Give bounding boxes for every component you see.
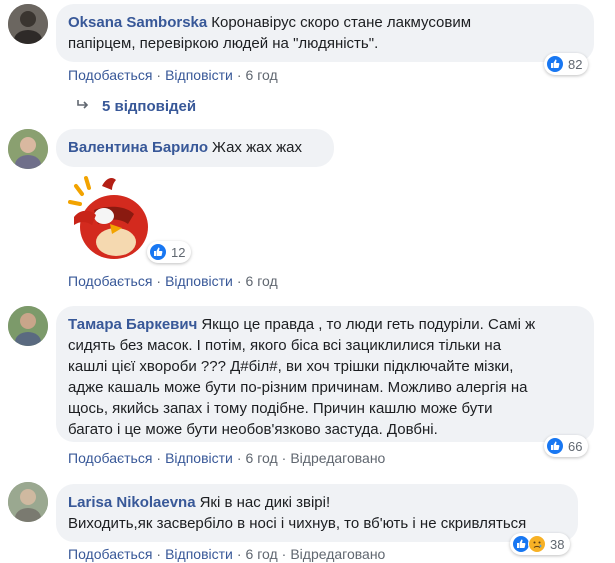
reaction-number: 12	[171, 244, 186, 260]
reply-link[interactable]: Відповісти	[165, 546, 233, 562]
separator-dot: ·	[281, 450, 287, 466]
comment-text-line: Коронавірус скоро стане лакмусовим	[211, 14, 472, 31]
edited-label[interactable]: Відредаговано	[290, 546, 385, 562]
reply-arrow-icon	[76, 98, 90, 115]
avatar-photo-icon	[8, 129, 48, 169]
avatar-photo-icon	[8, 4, 48, 44]
separator-dot: ·	[236, 450, 242, 466]
comment-actions: Подобається · Відповісти · 6 год	[68, 67, 278, 83]
reaction-number: 82	[568, 56, 583, 72]
replies-count: 5 відповідей	[102, 98, 197, 115]
sad-face-icon	[528, 535, 546, 553]
avatar[interactable]	[8, 482, 48, 522]
reaction-count[interactable]: 66	[544, 435, 589, 457]
comment-author[interactable]: Валентина Барило	[68, 139, 208, 156]
comment-text-line: Які в нас дикі звірі!	[199, 494, 331, 511]
like-link[interactable]: Подобається	[68, 67, 152, 83]
separator-dot: ·	[236, 67, 242, 83]
reply-link[interactable]: Відповісти	[165, 450, 233, 466]
comment-author[interactable]: Oksana Samborska	[68, 14, 207, 31]
comment-text-line: папірцем, перевіркою людей на "людяність…	[68, 35, 379, 52]
separator-dot: ·	[156, 450, 162, 466]
like-link[interactable]: Подобається	[68, 546, 152, 562]
separator-dot: ·	[281, 546, 287, 562]
separator-dot: ·	[236, 546, 242, 562]
reaction-number: 66	[568, 438, 583, 454]
comment-actions: Подобається · Відповісти · 6 год · Відредагова…	[68, 450, 385, 466]
timestamp[interactable]: 6 год	[246, 546, 278, 562]
view-replies-link[interactable]: 5 відповідей	[76, 98, 196, 115]
comment-bubble: Larisa Nikolaevna Які в нас дикі звірі! В…	[56, 484, 578, 542]
timestamp[interactable]: 6 год	[246, 67, 278, 83]
comment-text-line: сидять без масок. І потім, якого біса вс…	[68, 337, 502, 354]
comment-text-line: щось, якийсь запах і тому подібне. Причи…	[68, 400, 493, 417]
comment-bubble: Валентина Барило Жах жах жах	[56, 129, 334, 167]
comment-author[interactable]: Тамара Баркевич	[68, 316, 197, 333]
reply-link[interactable]: Відповісти	[165, 273, 233, 289]
thumbs-up-icon	[149, 243, 167, 261]
comment-text-line: Жах жах жах	[212, 139, 302, 156]
reply-link[interactable]: Відповісти	[165, 67, 233, 83]
comment-author[interactable]: Larisa Nikolaevna	[68, 494, 196, 511]
reaction-count[interactable]: 12	[147, 241, 192, 263]
timestamp[interactable]: 6 год	[246, 450, 278, 466]
timestamp[interactable]: 6 год	[246, 273, 278, 289]
separator-dot: ·	[156, 67, 162, 83]
comment-text-line: Якщо це правда , то люди геть подуріли. …	[201, 316, 536, 333]
avatar[interactable]	[8, 306, 48, 346]
comment-text-line: адже кашаль може бути по-різним причинам…	[68, 379, 528, 396]
avatar-photo-icon	[8, 306, 48, 346]
separator-dot: ·	[156, 546, 162, 562]
comment-bubble: Тамара Баркевич Якщо це правда , то люди …	[56, 306, 594, 442]
thumbs-up-icon	[546, 55, 564, 73]
comment-text-line: багато і це може бути необов'язково заст…	[68, 421, 438, 438]
edited-label[interactable]: Відредаговано	[290, 450, 385, 466]
comment-actions: Подобається · Відповісти · 6 год	[68, 273, 278, 289]
angry-bird-sticker[interactable]	[64, 172, 154, 262]
reaction-number: 38	[550, 536, 565, 552]
avatar[interactable]	[8, 4, 48, 44]
like-link[interactable]: Подобається	[68, 273, 152, 289]
angry-bird-icon	[68, 176, 148, 259]
comment-text-line: кашлі цієї хвороби ??? Д#біл#, ви хоч тр…	[68, 358, 514, 375]
thumbs-up-icon	[546, 437, 564, 455]
like-link[interactable]: Подобається	[68, 450, 152, 466]
avatar[interactable]	[8, 129, 48, 169]
reaction-count[interactable]: 38	[510, 533, 571, 555]
comment-actions: Подобається · Відповісти · 6 год · Відредагова…	[68, 546, 385, 562]
comment-bubble: Oksana Samborska Коронавірус скоро стане …	[56, 4, 594, 62]
separator-dot: ·	[236, 273, 242, 289]
reaction-count[interactable]: 82	[544, 53, 589, 75]
comment-text-line: Виходить,як засвербіло в носі і чихнув, …	[68, 515, 527, 532]
separator-dot: ·	[156, 273, 162, 289]
avatar-photo-icon	[8, 482, 48, 522]
